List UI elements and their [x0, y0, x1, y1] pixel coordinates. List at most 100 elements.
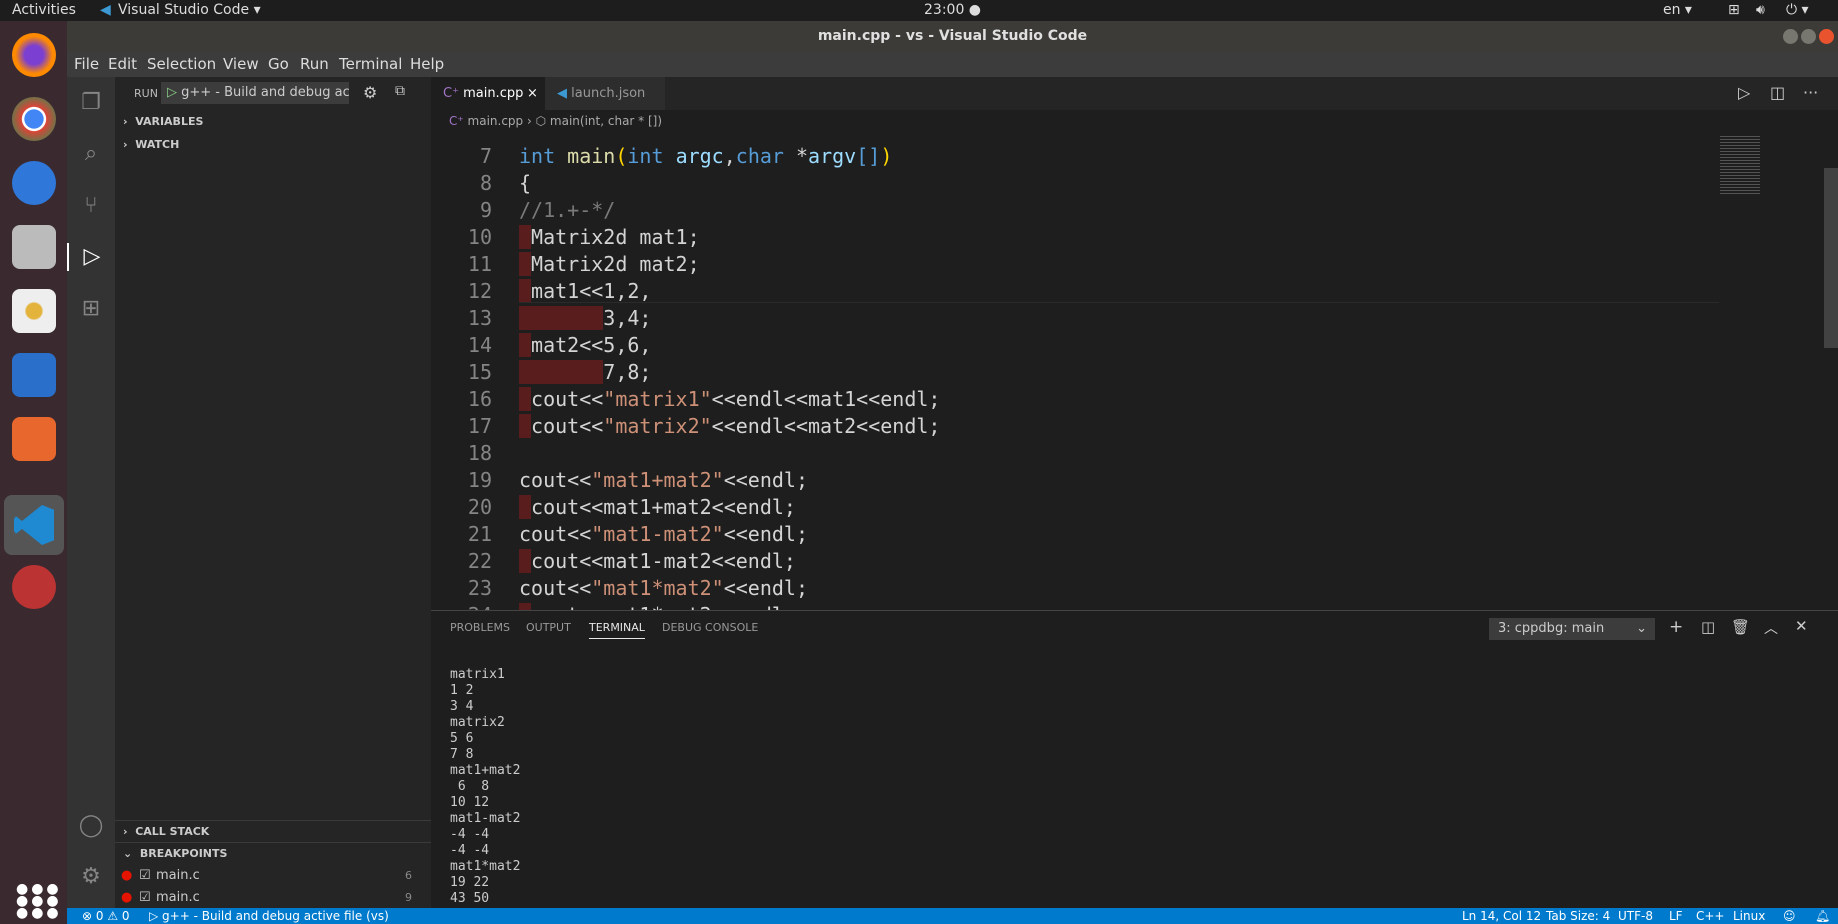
apps-grid-icon[interactable]: ●●● ●●● ●●● [16, 882, 62, 920]
encoding[interactable]: UTF-8 [1618, 908, 1653, 924]
chevron-down-icon: ⌄ [1636, 621, 1647, 636]
variables-section[interactable]: › VARIABLES [115, 111, 431, 133]
code-line[interactable]: cout<<"mat1+mat2"<<endl; [519, 467, 808, 494]
breakpoints-section[interactable]: ⌄ BREAKPOINTS [115, 842, 431, 864]
tab-launch-json[interactable]: ◀ launch.json [545, 77, 665, 110]
menu-selection[interactable]: Selection [147, 55, 216, 73]
manage-gear-icon[interactable]: ⚙ [77, 863, 105, 891]
code-line[interactable]: Matrix2d mat1; [519, 224, 700, 251]
watch-section[interactable]: › WATCH [115, 134, 431, 156]
code-line[interactable]: cout<<"mat1-mat2"<<endl; [519, 521, 808, 548]
editor-scrollbar[interactable] [1824, 168, 1838, 348]
cursor-position[interactable]: Ln 14, Col 12 [1462, 908, 1541, 924]
split-terminal-icon[interactable]: ◫ [1701, 618, 1715, 636]
settings-icon[interactable] [12, 565, 56, 609]
platform[interactable]: Linux [1733, 908, 1765, 924]
code-line[interactable]: cout<<mat1*mat2<<endl; [519, 602, 796, 610]
menu-help[interactable]: Help [410, 55, 444, 73]
explorer-icon[interactable]: ❐ [77, 89, 105, 117]
new-terminal-icon[interactable]: + [1669, 617, 1683, 637]
breakpoint-checkbox[interactable]: ☑ [139, 887, 151, 909]
activities-button[interactable]: Activities [12, 2, 76, 18]
close-panel-icon[interactable]: ✕ [1795, 617, 1808, 635]
maximize-button[interactable] [1801, 29, 1816, 44]
feedback-icon[interactable]: ☺ [1783, 908, 1796, 924]
breakpoint-item[interactable]: ● ☑ main.c 6 [115, 865, 431, 887]
notifications-icon[interactable]: 🔔︎ [1815, 908, 1830, 924]
code-line[interactable]: 3,4; [519, 305, 651, 332]
code-line[interactable]: int main(int argc,char *argv[]) [519, 143, 892, 170]
breadcrumb-symbol[interactable]: main(int, char * []) [550, 114, 662, 128]
network-icon[interactable]: ⊞ [1728, 2, 1740, 18]
writer-icon[interactable] [12, 353, 56, 397]
problems-status[interactable]: ⊗ 0 ⚠ 0 [82, 908, 130, 924]
eol[interactable]: LF [1669, 908, 1683, 924]
files-icon[interactable] [12, 225, 56, 269]
terminal-select[interactable]: 3: cppdbg: main ⌄ [1489, 618, 1655, 640]
breakpoint-checkbox[interactable]: ☑ [139, 865, 151, 887]
tab-main-cpp[interactable]: C⁺ main.cpp × [431, 77, 545, 110]
search-icon[interactable]: ⌕ [77, 140, 105, 168]
breadcrumb-file[interactable]: main.cpp [468, 114, 524, 128]
menu-file[interactable]: File [74, 55, 99, 73]
tab-debug-console[interactable]: DEBUG CONSOLE [662, 621, 758, 634]
code-line[interactable]: Matrix2d mat2; [519, 251, 700, 278]
menu-run[interactable]: Run [300, 55, 329, 73]
trash-icon[interactable]: 🗑︎ [1731, 618, 1750, 636]
start-debugging-icon[interactable]: ▷ [167, 85, 181, 100]
clock[interactable]: 23:00 ● [924, 2, 981, 18]
debug-status[interactable]: ▷ g++ - Build and debug active file (vs) [149, 908, 389, 924]
split-editor-icon[interactable]: ◫ [1770, 83, 1785, 102]
tab-size[interactable]: Tab Size: 4 [1546, 908, 1610, 924]
code-line[interactable]: cout<<"mat1*mat2"<<endl; [519, 575, 808, 602]
thunderbird-icon[interactable] [12, 161, 56, 205]
status-bar: ⊗ 0 ⚠ 0 ▷ g++ - Build and debug active f… [67, 908, 1838, 924]
call-stack-section[interactable]: › CALL STACK [115, 820, 431, 842]
more-actions-icon[interactable]: ··· [1803, 83, 1818, 102]
code-editor[interactable]: 7 int main(int argc,char *argv[]) 8{9//1.+… [431, 136, 1838, 610]
debug-config-select[interactable]: ▷ g++ - Build and debug ac ⌄ [161, 82, 349, 104]
account-icon[interactable]: ◯ [77, 812, 105, 840]
vscode-icon[interactable] [4, 495, 64, 555]
code-line[interactable]: 7,8; [519, 359, 651, 386]
code-line[interactable]: cout<<"matrix2"<<endl<<mat2<<endl; [519, 413, 940, 440]
code-line[interactable]: cout<<"matrix1"<<endl<<mat1<<endl; [519, 386, 940, 413]
code-line[interactable]: cout<<mat1+mat2<<endl; [519, 494, 796, 521]
run-debug-icon[interactable]: ▷ [67, 243, 115, 271]
code-line[interactable]: mat2<<5,6, [519, 332, 651, 359]
chrome-icon[interactable] [12, 97, 56, 141]
language-mode[interactable]: C++ [1696, 908, 1725, 924]
language-menu[interactable]: en ▾ [1663, 2, 1692, 18]
source-control-icon[interactable]: ⑂ [77, 192, 105, 220]
menu-terminal[interactable]: Terminal [339, 55, 402, 73]
app-menu[interactable]: Visual Studio Code ▾ [118, 2, 261, 18]
run-file-icon[interactable]: ▷ [1738, 83, 1750, 102]
tab-problems[interactable]: PROBLEMS [450, 621, 510, 634]
tab-output[interactable]: OUTPUT [526, 621, 571, 634]
code-line[interactable]: cout<<mat1-mat2<<endl; [519, 548, 796, 575]
extensions-icon[interactable]: ⊞ [77, 295, 105, 323]
close-tab-icon[interactable]: × [527, 77, 538, 110]
power-icon[interactable]: ⏻ ▾ [1786, 2, 1809, 18]
menu-go[interactable]: Go [268, 55, 289, 73]
terminal-output[interactable]: matrix1 1 23 4 matrix2 5 67 8 mat1+mat2 6 81… [450, 667, 520, 907]
settings-gear-icon[interactable]: ⚙ [363, 83, 377, 102]
breakpoint-line: 6 [405, 869, 412, 882]
code-line[interactable]: { [519, 170, 531, 197]
menu-view[interactable]: View [223, 55, 259, 73]
software-icon[interactable] [12, 417, 56, 461]
volume-icon[interactable]: 🔊︎ [1756, 2, 1765, 18]
terminal-line: mat1*mat2 [450, 859, 521, 874]
tab-terminal[interactable]: TERMINAL [589, 621, 645, 639]
breakpoint-item[interactable]: ● ☑ main.c 9 [115, 887, 431, 909]
minimize-button[interactable] [1783, 29, 1798, 44]
menu-edit[interactable]: Edit [108, 55, 137, 73]
debug-console-icon[interactable]: ⧉ [395, 83, 405, 99]
code-line[interactable]: mat1<<1,2, [519, 278, 651, 305]
rhythmbox-icon[interactable] [12, 289, 56, 333]
maximize-panel-icon[interactable]: ︿ [1764, 618, 1778, 638]
firefox-icon[interactable] [12, 33, 56, 77]
minimap[interactable] [1720, 136, 1760, 196]
code-line[interactable]: //1.+-*/ [519, 197, 615, 224]
close-window-button[interactable] [1819, 29, 1834, 44]
